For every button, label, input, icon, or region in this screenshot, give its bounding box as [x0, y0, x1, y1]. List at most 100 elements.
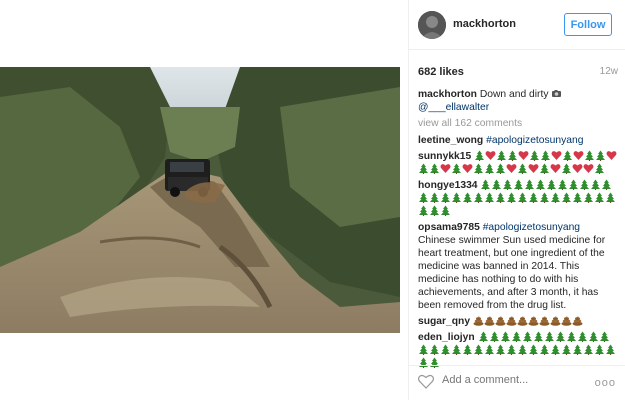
- tree-emoji-icon: [440, 205, 451, 216]
- tree-emoji-icon: [594, 192, 605, 203]
- tree-emoji-icon: [418, 205, 429, 216]
- tree-emoji-icon: [550, 192, 561, 203]
- tree-emoji-icon: [517, 344, 528, 355]
- comment-item: leetine_wong #apologizetosunyang: [418, 134, 618, 147]
- tree-emoji-icon: [595, 150, 606, 161]
- tree-emoji-icon: [572, 192, 583, 203]
- post-photo[interactable]: [0, 67, 400, 333]
- heart-emoji-icon: [573, 150, 584, 161]
- view-all-comments-link[interactable]: view all 162 comments: [418, 117, 618, 130]
- tree-emoji-icon: [533, 331, 544, 342]
- tree-emoji-icon: [418, 192, 429, 203]
- tree-emoji-icon: [528, 192, 539, 203]
- add-comment-row: ooo: [409, 365, 625, 400]
- comment-hashtag[interactable]: #apologizetosunyang: [483, 222, 580, 233]
- heart-emoji-icon: [518, 150, 529, 161]
- poo-emoji-icon: [528, 315, 539, 326]
- tree-emoji-icon: [462, 344, 473, 355]
- poo-emoji-icon: [484, 315, 495, 326]
- heart-emoji-icon: [485, 150, 496, 161]
- caption-mention[interactable]: @___ellawalter: [418, 102, 489, 113]
- tree-emoji-icon: [473, 163, 484, 174]
- tree-emoji-icon: [429, 163, 440, 174]
- comment-item: sunnykk15: [418, 150, 618, 176]
- heart-emoji-icon: [551, 150, 562, 161]
- likes-count[interactable]: 682 likes: [418, 66, 464, 78]
- poo-emoji-icon: [506, 315, 517, 326]
- more-options-icon[interactable]: ooo: [595, 377, 616, 389]
- tree-emoji-icon: [594, 344, 605, 355]
- tree-emoji-icon: [579, 179, 590, 190]
- heart-emoji-icon: [462, 163, 473, 174]
- tree-emoji-icon: [429, 344, 440, 355]
- poo-emoji-icon: [495, 315, 506, 326]
- tree-emoji-icon: [539, 192, 550, 203]
- tree-emoji-icon: [484, 163, 495, 174]
- tree-emoji-icon: [451, 192, 462, 203]
- tree-emoji-icon: [601, 179, 612, 190]
- author-username[interactable]: mackhorton: [453, 18, 516, 30]
- tree-emoji-icon: [451, 344, 462, 355]
- tree-emoji-icon: [491, 179, 502, 190]
- tree-emoji-icon: [561, 192, 572, 203]
- mud-road-jeep-image: [0, 67, 400, 333]
- tree-emoji-icon: [572, 344, 583, 355]
- tree-emoji-icon: [511, 331, 522, 342]
- comment-username[interactable]: eden_liojyn: [418, 332, 475, 343]
- tree-emoji-icon: [524, 179, 535, 190]
- tree-emoji-icon: [502, 179, 513, 190]
- tree-emoji-icon: [588, 331, 599, 342]
- tree-emoji-icon: [513, 179, 524, 190]
- follow-button[interactable]: Follow: [564, 13, 612, 36]
- likes-row: 682 likes 12w: [418, 66, 618, 80]
- tree-emoji-icon: [555, 331, 566, 342]
- tree-emoji-icon: [529, 150, 540, 161]
- comment-username[interactable]: sunnykk15: [418, 151, 471, 162]
- tree-emoji-icon: [507, 150, 518, 161]
- tree-emoji-icon: [539, 163, 550, 174]
- tree-emoji-icon: [550, 344, 561, 355]
- like-heart-icon[interactable]: [417, 374, 435, 389]
- tree-emoji-icon: [583, 344, 594, 355]
- comment-item: hongye1334: [418, 179, 618, 218]
- tree-emoji-icon: [474, 150, 485, 161]
- poo-emoji-icon: [550, 315, 561, 326]
- caption-username[interactable]: mackhorton: [418, 89, 477, 100]
- comment-username[interactable]: sugar_qny: [418, 316, 470, 327]
- tree-emoji-icon: [495, 163, 506, 174]
- poo-emoji-icon: [572, 315, 583, 326]
- tree-emoji-icon: [500, 331, 511, 342]
- caption-text: Down and dirty: [479, 89, 549, 100]
- post-age[interactable]: 12w: [600, 66, 618, 77]
- heart-emoji-icon: [606, 150, 617, 161]
- tree-emoji-icon: [561, 163, 572, 174]
- tree-emoji-icon: [522, 331, 533, 342]
- avatar[interactable]: [418, 11, 446, 39]
- add-comment-input[interactable]: [442, 374, 582, 386]
- heart-emoji-icon: [528, 163, 539, 174]
- caption: mackhorton Down and dirty @___ellawalter: [418, 88, 618, 114]
- tree-emoji-icon: [584, 150, 595, 161]
- tree-emoji-icon: [506, 344, 517, 355]
- tree-emoji-icon: [605, 344, 616, 355]
- comment-item: opsama9785 #apologizetosunyang Chinese s…: [418, 221, 618, 312]
- tree-emoji-icon: [605, 192, 616, 203]
- tree-emoji-icon: [557, 179, 568, 190]
- tree-emoji-icon: [462, 192, 473, 203]
- poo-emoji-icon: [539, 315, 550, 326]
- heart-emoji-icon: [572, 163, 583, 174]
- tree-emoji-icon: [489, 331, 500, 342]
- tree-emoji-icon: [484, 344, 495, 355]
- tree-emoji-icon: [590, 179, 601, 190]
- tree-emoji-icon: [577, 331, 588, 342]
- poo-emoji-icon: [473, 315, 484, 326]
- comment-username[interactable]: leetine_wong: [418, 135, 483, 146]
- tree-emoji-icon: [544, 331, 555, 342]
- comment-username[interactable]: hongye1334: [418, 180, 478, 191]
- comment-hashtag[interactable]: #apologizetosunyang: [486, 135, 583, 146]
- tree-emoji-icon: [594, 163, 605, 174]
- tree-emoji-icon: [562, 150, 573, 161]
- tree-emoji-icon: [535, 179, 546, 190]
- tree-emoji-icon: [478, 331, 489, 342]
- comment-username[interactable]: opsama9785: [418, 222, 480, 233]
